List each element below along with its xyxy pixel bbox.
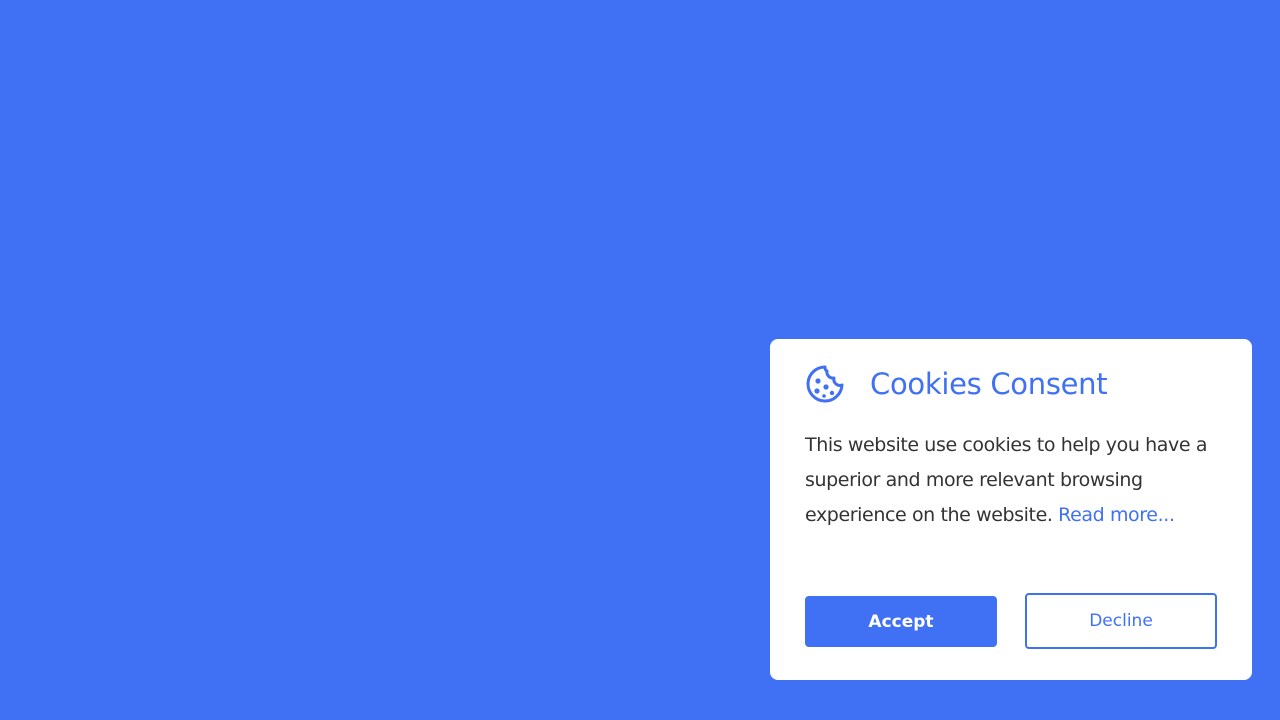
consent-buttons: Accept Decline — [805, 593, 1217, 649]
accept-button[interactable]: Accept — [805, 596, 997, 647]
consent-message: This website use cookies to help you hav… — [805, 428, 1217, 533]
cookie-icon — [805, 364, 845, 404]
decline-button[interactable]: Decline — [1025, 593, 1217, 649]
read-more-link[interactable]: Read more... — [1058, 504, 1175, 526]
consent-header: Cookies Consent — [805, 364, 1217, 404]
page-background: Cookies Consent This website use cookies… — [0, 0, 1280, 720]
consent-title: Cookies Consent — [870, 367, 1108, 401]
cookie-consent-card: Cookies Consent This website use cookies… — [770, 339, 1252, 680]
